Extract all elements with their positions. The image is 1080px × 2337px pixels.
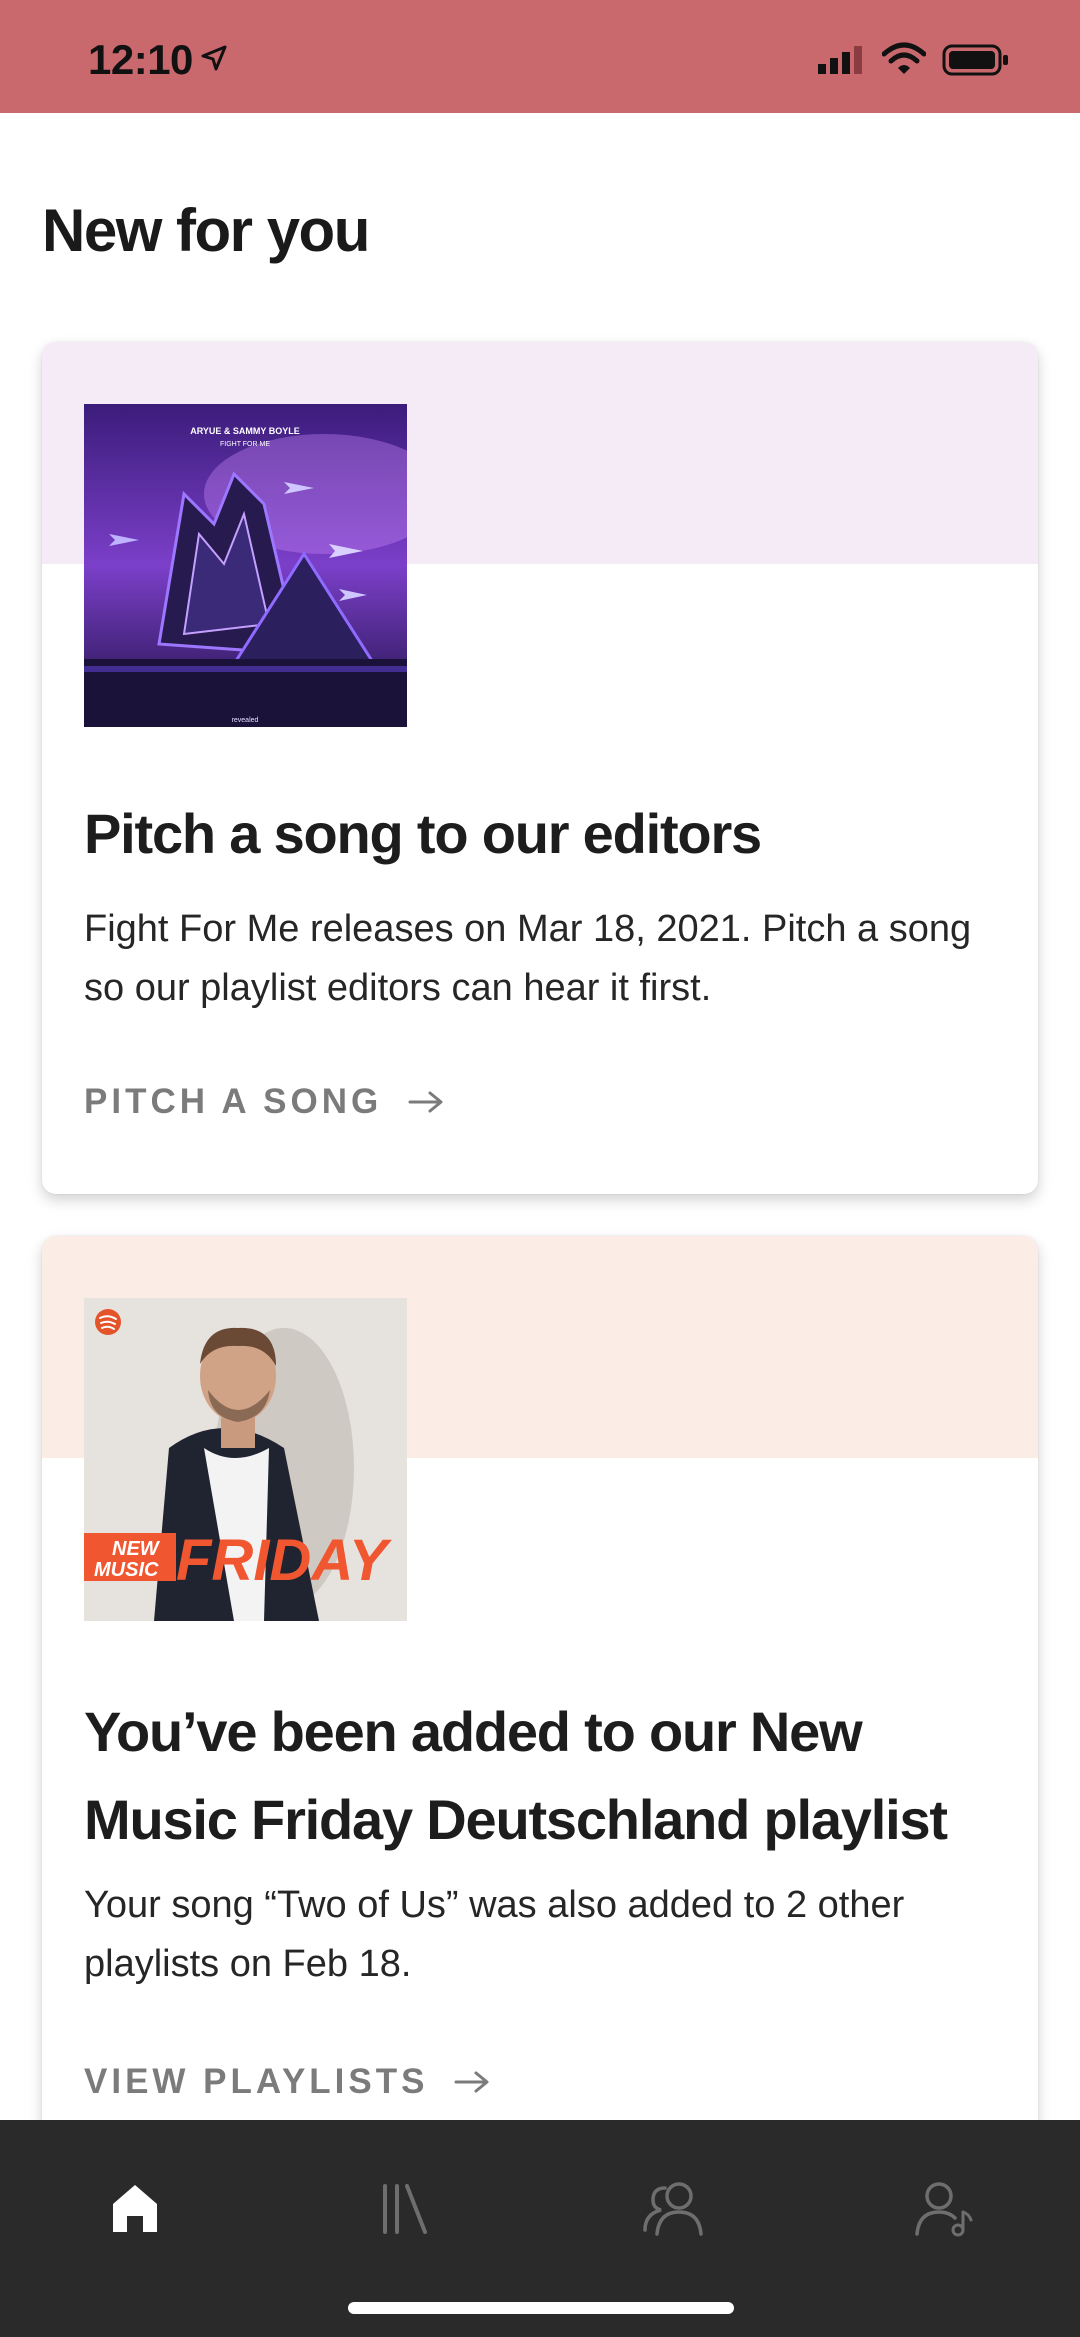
- card-title: You’ve been added to our New Music Frida…: [84, 1700, 948, 1851]
- playlist-cover-new-music-friday: NEW MUSIC FRIDAY: [84, 1298, 407, 1621]
- tab-library[interactable]: [345, 2148, 465, 2268]
- wifi-icon: [882, 42, 926, 74]
- view-playlists-label: VIEW PLAYLISTS: [84, 2062, 429, 2101]
- album-song-line: FIGHT FOR ME: [220, 441, 270, 448]
- status-bar: 12:10: [0, 0, 1080, 113]
- pitch-song-label: PITCH A SONG: [84, 1082, 383, 1121]
- page-title: New for you: [42, 197, 370, 264]
- status-time: 12:10: [88, 36, 193, 83]
- card-body: Fight For Me releases on Mar 18, 2021. P…: [84, 908, 972, 1009]
- cover-badge-top: NEW: [112, 1538, 161, 1560]
- card-title: Pitch a song to our editors: [84, 802, 762, 865]
- profile-music-icon: [915, 2182, 973, 2237]
- cover-word: FRIDAY: [176, 1528, 393, 1593]
- album-label-line: revealed: [232, 717, 259, 724]
- arrow-right-icon: [408, 1091, 443, 1113]
- audience-icon: [643, 2182, 703, 2236]
- card-body: Your song “Two of Us” was also added to …: [84, 1884, 905, 1985]
- playlist-added-card[interactable]: NEW MUSIC FRIDAY You’ve been added to ou…: [42, 1236, 1038, 2136]
- library-icon: [383, 2184, 427, 2234]
- tab-profile[interactable]: [885, 2148, 1005, 2268]
- arrow-right-icon: [454, 2071, 489, 2093]
- tab-audience[interactable]: [613, 2148, 733, 2268]
- battery-icon: [942, 44, 1008, 76]
- home-indicator[interactable]: [348, 2302, 734, 2314]
- album-artist-line: ARYUE & SAMMY BOYLE: [190, 426, 300, 436]
- album-art-fight-for-me: ARYUE & SAMMY BOYLE FIGHT FOR ME reveale…: [84, 404, 407, 727]
- home-icon: [113, 2185, 157, 2232]
- view-playlists-button[interactable]: VIEW PLAYLISTS: [84, 2062, 490, 2102]
- pitch-song-button[interactable]: PITCH A SONG: [84, 1082, 444, 1122]
- tab-home[interactable]: [75, 2148, 195, 2268]
- pitch-song-card[interactable]: ARYUE & SAMMY BOYLE FIGHT FOR ME reveale…: [42, 342, 1038, 1194]
- signal-icon: [818, 46, 862, 74]
- location-arrow-icon: [201, 45, 227, 71]
- cover-badge-bottom: MUSIC: [94, 1559, 159, 1581]
